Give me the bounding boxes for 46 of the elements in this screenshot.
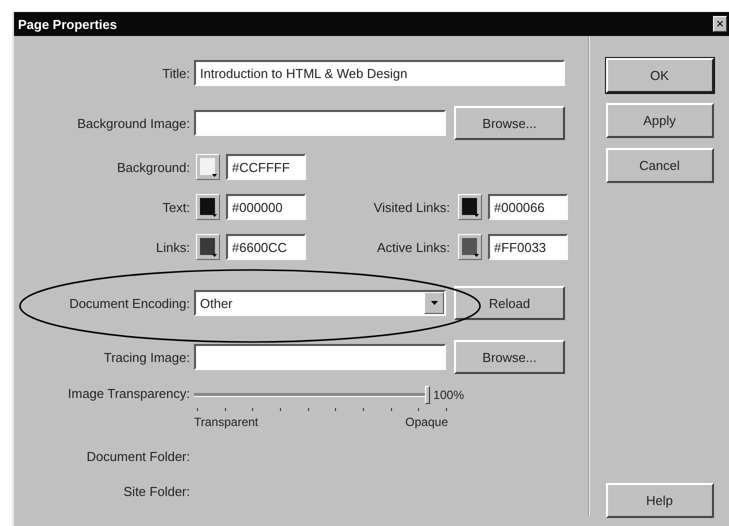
field-label: Image Transparency: — [66, 386, 190, 401]
field-label: Active Links: — [376, 240, 450, 254]
field-label: Background Image: — [76, 116, 190, 130]
color-swatch-button[interactable] — [458, 234, 482, 260]
caret-icon — [212, 214, 217, 217]
color-swatch-button[interactable] — [196, 154, 220, 180]
transparency-slider[interactable] — [194, 386, 430, 404]
slider-thumb[interactable] — [425, 386, 430, 404]
dialog-button[interactable]: Cancel — [606, 148, 714, 183]
field-label: Document Encoding: — [68, 296, 190, 310]
field-label: Tracing Image: — [102, 350, 190, 364]
slider-reading: 100% — [433, 388, 464, 402]
field-label: Title: — [161, 66, 190, 80]
browse-button[interactable]: Browse... — [454, 106, 565, 140]
close-button[interactable]: × — [713, 16, 727, 32]
help-button[interactable]: Help — [606, 483, 714, 518]
color-swatch-button[interactable] — [196, 194, 220, 220]
color-field[interactable]: #000066 — [488, 194, 568, 220]
slider-max-label: Opaque — [405, 415, 448, 429]
text-field[interactable]: Introduction to HTML & Web Design — [194, 60, 565, 86]
reload-button[interactable]: Reload — [454, 286, 565, 320]
text-field[interactable] — [194, 344, 446, 370]
field-label: Site Folder: — [122, 484, 190, 499]
field-label: Background: — [116, 160, 190, 174]
field-label: Links: — [155, 240, 190, 254]
color-swatch-button[interactable] — [458, 194, 482, 220]
dialog-button[interactable]: Apply — [606, 103, 714, 138]
encoding-dropdown[interactable]: Other — [194, 290, 446, 316]
color-field[interactable]: #CCFFFF — [226, 154, 306, 180]
caret-icon — [212, 174, 217, 177]
caret-icon — [474, 214, 479, 217]
browse-button[interactable]: Browse... — [454, 340, 565, 374]
dropdown-arrow-icon — [430, 301, 438, 305]
window-title: Page Properties — [18, 16, 117, 32]
color-field[interactable]: #000000 — [226, 194, 306, 220]
color-field[interactable]: #6600CC — [226, 234, 306, 260]
dialog-button[interactable]: OK — [606, 58, 714, 93]
field-label: Document Folder: — [86, 449, 190, 464]
field-label: Text: — [162, 200, 190, 214]
field-label: Visited Links: — [372, 200, 450, 214]
text-field[interactable] — [194, 110, 446, 136]
caret-icon — [212, 254, 217, 257]
slider-min-label: Transparent — [194, 415, 258, 429]
color-swatch-button[interactable] — [196, 234, 220, 260]
caret-icon — [474, 254, 479, 257]
color-field[interactable]: #FF0033 — [488, 234, 568, 260]
